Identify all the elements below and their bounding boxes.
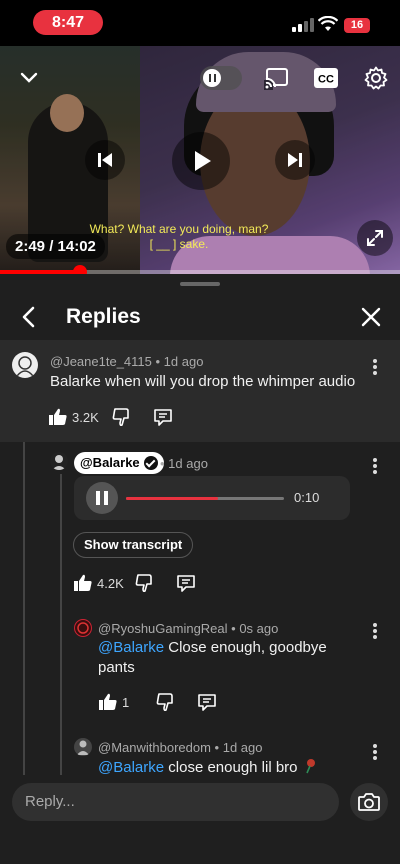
parent-comment: @Jeane1te_4115 • 1d ago Balarke when wil… <box>0 340 400 442</box>
thumbs-down-icon[interactable] <box>134 573 154 593</box>
video-player[interactable]: CC What? What are you doing, man? [ __ ]… <box>0 46 400 274</box>
rose-emoji-icon <box>305 759 315 774</box>
panel-title: Replies <box>66 305 141 328</box>
comment-icon[interactable] <box>153 407 173 427</box>
panel-header: Replies <box>0 294 400 340</box>
previous-button[interactable] <box>85 140 125 180</box>
show-transcript-button[interactable]: Show transcript <box>73 532 194 558</box>
comment-icon[interactable] <box>197 692 217 712</box>
gear-icon[interactable] <box>364 66 388 90</box>
avatar-figure-icon <box>77 740 89 755</box>
comment-author[interactable]: @RyoshuGamingReal <box>98 621 228 636</box>
avatar-red-icon <box>77 622 89 634</box>
status-bar: 8:47 16 <box>0 0 400 46</box>
play-button[interactable] <box>172 132 230 190</box>
thread-line <box>23 442 25 775</box>
comment-text-line-2: pants <box>98 659 135 676</box>
next-button[interactable] <box>275 140 315 180</box>
camera-button[interactable] <box>350 783 388 821</box>
comment-meta: @Jeane1te_4115 • 1d ago <box>50 354 203 369</box>
mention-link[interactable]: @Balarke <box>98 759 164 776</box>
video-scrubber-handle[interactable] <box>73 265 87 274</box>
camera-icon <box>358 793 380 811</box>
comment-actions: 1 <box>98 691 217 713</box>
comment-icon[interactable] <box>176 573 196 593</box>
audio-pause-button[interactable] <box>86 482 118 514</box>
comment-author: @Balarke <box>80 455 140 470</box>
thumbs-down-icon[interactable] <box>155 692 175 712</box>
play-icon <box>195 151 211 171</box>
fullscreen-button[interactable] <box>357 220 393 256</box>
cast-icon[interactable] <box>264 66 290 90</box>
comment-actions: 4.2K <box>73 572 196 594</box>
panel-drag-handle[interactable] <box>180 282 220 286</box>
voice-reply-player: 0:10 <box>74 476 350 520</box>
audio-progress-fill <box>126 497 218 500</box>
svg-text:CC: CC <box>318 74 334 86</box>
signal-icon <box>292 18 314 32</box>
meta-separator: • <box>155 354 164 369</box>
thread-line <box>60 474 62 775</box>
more-vertical-icon[interactable] <box>365 742 385 762</box>
like-count: 1 <box>122 694 130 710</box>
comment-meta: • 1d ago <box>160 456 208 471</box>
wifi-icon <box>318 16 338 31</box>
status-time: 8:47 <box>33 10 103 35</box>
audio-duration: 0:10 <box>294 490 320 505</box>
battery-indicator: 16 <box>344 18 370 33</box>
close-icon[interactable] <box>358 304 384 330</box>
more-vertical-icon[interactable] <box>365 357 385 377</box>
comment-text-line-1: Close enough, goodbye <box>168 639 327 656</box>
video-subtitles: What? What are you doing, man? [ __ ] sa… <box>86 222 272 252</box>
thumbs-up-icon[interactable] <box>98 692 118 712</box>
comment-age: 1d ago <box>163 354 204 369</box>
comment-age: 0s ago <box>239 621 279 636</box>
like-count: 4.2K <box>97 575 124 591</box>
skip-previous-icon <box>98 153 112 167</box>
comment-meta: @Manwithboredom • 1d ago <box>98 740 262 755</box>
more-vertical-icon[interactable] <box>365 621 385 641</box>
comment-author[interactable]: @Jeane1te_4115 <box>50 354 152 369</box>
reply-input[interactable]: Reply... <box>12 783 339 821</box>
more-vertical-icon[interactable] <box>365 456 385 476</box>
avatar[interactable] <box>74 738 92 756</box>
avatar-drawing-icon <box>16 356 34 377</box>
cc-icon[interactable]: CC <box>314 68 338 88</box>
comment-meta: @RyoshuGamingReal • 0s ago <box>98 621 278 636</box>
thumbs-down-icon[interactable] <box>111 407 131 427</box>
subtitle-line-2: [ __ ] sake. <box>149 237 209 251</box>
mention-link[interactable]: @Balarke <box>98 639 164 656</box>
video-time: 2:49 / 14:02 <box>6 234 105 259</box>
comment-text-body: close enough lil bro <box>168 759 298 776</box>
comment-text: Balarke when will you drop the whimper a… <box>50 373 356 390</box>
comment-age: 1d ago <box>168 456 208 471</box>
avatar[interactable] <box>50 452 68 470</box>
meta-separator: • <box>160 456 169 471</box>
autoplay-toggle[interactable] <box>200 66 242 90</box>
creator-author-chip[interactable]: @Balarke <box>74 452 164 474</box>
pause-icon <box>96 491 108 505</box>
skip-next-icon <box>288 153 302 167</box>
audio-progress-bar[interactable] <box>126 497 284 500</box>
replies-panel: Replies @Jeane1te_4115 • 1d ago Balarke … <box>0 274 400 864</box>
comment-age: 1d ago <box>222 740 263 755</box>
comment-author[interactable]: @Manwithboredom <box>98 740 211 755</box>
verified-check-icon <box>143 456 158 470</box>
reply-bar: Reply... <box>0 775 400 864</box>
comment-text: @Balarke Close enough, goodbye <box>98 638 327 658</box>
fullscreen-icon <box>367 230 383 246</box>
like-count: 3.2K <box>72 409 99 425</box>
pause-icon <box>209 74 216 82</box>
subtitle-line-1: What? What are you doing, man? <box>89 222 269 236</box>
thumbs-up-icon[interactable] <box>73 573 93 593</box>
avatar[interactable] <box>74 619 92 637</box>
meta-separator: • <box>214 740 223 755</box>
avatar-silhouette-icon <box>52 455 66 470</box>
comment-actions: 3.2K <box>48 406 173 428</box>
thumbs-up-icon[interactable] <box>48 407 68 427</box>
collapse-chevron-icon[interactable] <box>18 66 40 88</box>
avatar[interactable] <box>12 352 38 378</box>
back-chevron-icon[interactable] <box>16 304 42 330</box>
